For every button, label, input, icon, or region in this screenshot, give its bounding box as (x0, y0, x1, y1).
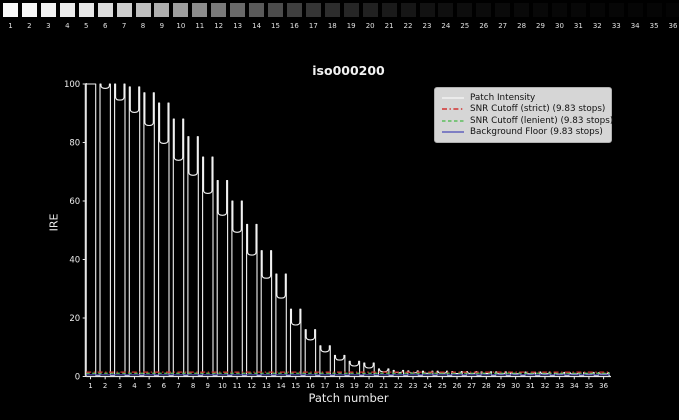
svg-text:1: 1 (88, 382, 92, 390)
svg-text:9: 9 (206, 382, 210, 390)
legend-swatch-dashed-green-icon (442, 119, 464, 122)
svg-text:29: 29 (497, 382, 506, 390)
svg-text:4: 4 (132, 382, 137, 390)
svg-text:11: 11 (233, 382, 242, 390)
svg-text:16: 16 (306, 382, 315, 390)
legend-item-snr-lenient: SNR Cutoff (lenient) (9.83 stops) (441, 115, 613, 127)
svg-text:0: 0 (75, 373, 80, 383)
legend-swatch-dashdot-red-icon (442, 108, 464, 111)
figure: 1 2 3 4 5 6 7 8 9 10 11 12 13 14 15 16 17 18 19 20 21 22 23 24 2… (0, 0, 679, 420)
svg-text:10: 10 (218, 382, 227, 390)
legend-label: SNR Cutoff (strict) (9.83 stops) (470, 104, 606, 115)
svg-text:13: 13 (262, 382, 271, 390)
legend: Patch Intensity SNR Cutoff (strict) (9.8… (434, 87, 613, 143)
svg-text:100: 100 (64, 80, 80, 90)
svg-text:26: 26 (453, 382, 462, 390)
svg-text:80: 80 (69, 139, 80, 149)
x-axis-label: Patch number (308, 391, 389, 405)
svg-text:20: 20 (69, 314, 80, 324)
legend-label: Patch Intensity (470, 92, 536, 103)
svg-text:24: 24 (423, 382, 432, 390)
legend-label: Background Floor (9.83 stops) (470, 127, 603, 138)
svg-text:30: 30 (511, 382, 520, 390)
svg-text:35: 35 (584, 382, 593, 390)
svg-text:12: 12 (247, 382, 256, 390)
svg-text:18: 18 (335, 382, 344, 390)
svg-text:36: 36 (599, 382, 608, 390)
svg-text:7: 7 (176, 382, 180, 390)
svg-text:25: 25 (438, 382, 447, 390)
svg-text:2: 2 (103, 382, 107, 390)
svg-text:6: 6 (162, 382, 167, 390)
svg-text:33: 33 (555, 382, 564, 390)
svg-text:22: 22 (394, 382, 403, 390)
svg-text:23: 23 (409, 382, 418, 390)
legend-label: SNR Cutoff (lenient) (9.83 stops) (470, 115, 614, 126)
legend-item-background-floor: Background Floor (9.83 stops) (441, 127, 604, 139)
svg-text:60: 60 (69, 197, 80, 207)
svg-text:14: 14 (277, 382, 286, 390)
legend-item-snr-strict: SNR Cutoff (strict) (9.83 stops) (441, 104, 606, 116)
svg-text:32: 32 (540, 382, 549, 390)
svg-text:15: 15 (291, 382, 300, 390)
svg-text:28: 28 (482, 382, 491, 390)
svg-text:17: 17 (321, 382, 330, 390)
svg-text:34: 34 (570, 382, 579, 390)
svg-text:5: 5 (147, 382, 151, 390)
svg-text:3: 3 (118, 382, 122, 390)
svg-text:20: 20 (365, 382, 374, 390)
legend-swatch-solid-white-icon (442, 96, 464, 99)
svg-text:8: 8 (191, 382, 195, 390)
svg-text:31: 31 (526, 382, 535, 390)
y-axis-label: IRE (47, 213, 61, 232)
plot-area: 0204060801001 2 3 4 5 6 7 8 9 10 11 12 13 14 15 16 17 18 1… (64, 80, 611, 390)
svg-text:40: 40 (69, 256, 80, 266)
svg-text:27: 27 (467, 382, 476, 390)
svg-text:19: 19 (350, 382, 359, 390)
legend-swatch-solid-blue-icon (442, 131, 464, 133)
legend-item-patch-intensity: Patch Intensity (441, 92, 604, 104)
svg-text:21: 21 (379, 382, 388, 390)
